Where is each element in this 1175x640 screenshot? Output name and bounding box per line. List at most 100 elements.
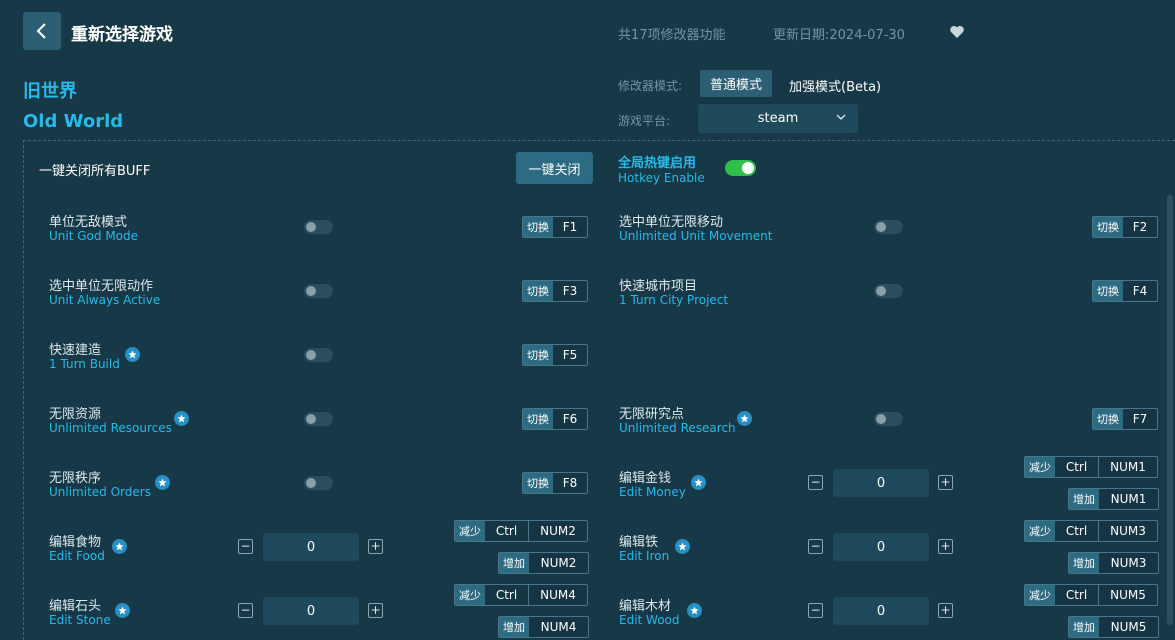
- value-stepper: − 0 +: [808, 597, 954, 625]
- increase-tag: 增加: [499, 617, 529, 637]
- cheat-name-en: Unit God Mode: [49, 229, 139, 243]
- hotkey-badge[interactable]: 切换 F4: [1092, 280, 1158, 302]
- hotkey-badge[interactable]: 切换 F8: [522, 472, 588, 494]
- editor-name-en: Edit Stone: [49, 613, 111, 627]
- star-icon: [155, 475, 170, 490]
- normal-mode-button[interactable]: 普通模式: [700, 70, 772, 97]
- cheat-toggle[interactable]: [304, 284, 333, 298]
- decrement-button[interactable]: −: [808, 475, 823, 490]
- key-label: F1: [562, 220, 578, 234]
- decrease-tag: 减少: [455, 585, 485, 605]
- value-input[interactable]: 0: [263, 597, 359, 625]
- increase-hotkey[interactable]: 增加 NUM1: [1068, 488, 1159, 510]
- close-all-button[interactable]: 一键关闭: [516, 152, 593, 184]
- value-input[interactable]: 0: [833, 597, 929, 625]
- cheat-toggle[interactable]: [874, 284, 903, 298]
- increment-button[interactable]: +: [938, 475, 953, 490]
- increment-button[interactable]: +: [938, 539, 953, 554]
- key-label: F5: [562, 348, 578, 362]
- increment-button[interactable]: +: [938, 603, 953, 618]
- switch-tag: 切换: [1093, 217, 1123, 237]
- cheat-name-en: Unlimited Resources: [49, 421, 172, 435]
- cheat-toggle[interactable]: [874, 412, 903, 426]
- chevron-down-icon: [836, 114, 846, 120]
- key-label: NUM2: [540, 556, 577, 570]
- decrease-hotkey[interactable]: 减少 Ctrl NUM3: [1024, 520, 1158, 542]
- increase-hotkey[interactable]: 增加 NUM4: [498, 616, 589, 638]
- star-icon: [691, 475, 706, 490]
- decrement-button[interactable]: −: [238, 539, 253, 554]
- hotkey-badge[interactable]: 切换 F1: [522, 216, 588, 238]
- switch-tag: 切换: [523, 217, 553, 237]
- value-input[interactable]: 0: [833, 469, 929, 497]
- heart-icon[interactable]: [949, 24, 965, 40]
- platform-select[interactable]: steam: [698, 104, 858, 133]
- cheat-toggle[interactable]: [304, 476, 333, 490]
- decrement-button[interactable]: −: [238, 603, 253, 618]
- editor-name-en: Edit Wood: [619, 613, 680, 627]
- value-input[interactable]: 0: [263, 533, 359, 561]
- decrease-hotkey[interactable]: 减少 Ctrl NUM2: [454, 520, 588, 542]
- star-icon: [115, 603, 130, 618]
- star-icon: [675, 539, 690, 554]
- increase-hotkey[interactable]: 增加 NUM3: [1068, 552, 1159, 574]
- decrement-button[interactable]: −: [808, 539, 823, 554]
- cheat-name-en: 1 Turn City Project: [619, 293, 729, 307]
- close-all-buff-label: 一键关闭所有BUFF: [39, 164, 151, 179]
- editor-name-cn: 编辑石头: [49, 599, 102, 614]
- scrollbar[interactable]: [1167, 195, 1173, 625]
- platform-value: steam: [757, 111, 799, 126]
- hotkey-badge[interactable]: 切换 F6: [522, 408, 588, 430]
- cheat-toggle[interactable]: [874, 220, 903, 234]
- cheat-row: 无限秩序 Unlimited Orders 切换 F8: [49, 467, 604, 527]
- key-label: F8: [562, 476, 578, 490]
- key-label: NUM2: [528, 521, 587, 541]
- key-label: NUM3: [1098, 521, 1157, 541]
- back-button[interactable]: [23, 12, 61, 50]
- key-label: F6: [562, 412, 578, 426]
- hotkey-badge[interactable]: 切换 F2: [1092, 216, 1158, 238]
- key-label: F4: [1132, 284, 1148, 298]
- hotkey-badge[interactable]: 切换 F3: [522, 280, 588, 302]
- cheat-name-cn: 选中单位无限动作: [49, 279, 154, 294]
- increase-hotkey[interactable]: 增加 NUM2: [498, 552, 589, 574]
- decrease-hotkey[interactable]: 减少 Ctrl NUM5: [1024, 584, 1158, 606]
- hotkey-label-en: Hotkey Enable: [618, 171, 705, 185]
- decrease-hotkey[interactable]: 减少 Ctrl NUM1: [1024, 456, 1158, 478]
- modifier-key: Ctrl: [495, 524, 518, 538]
- switch-tag: 切换: [523, 409, 553, 429]
- star-icon: [174, 411, 189, 426]
- decrease-tag: 减少: [1025, 457, 1055, 477]
- decrement-button[interactable]: −: [808, 603, 823, 618]
- key-label: NUM4: [540, 620, 577, 634]
- cheat-toggle[interactable]: [304, 348, 333, 362]
- value-stepper: − 0 +: [238, 533, 384, 561]
- cheat-name-en: Unlimited Research: [619, 421, 736, 435]
- value-stepper: − 0 +: [808, 533, 954, 561]
- cheat-toggle[interactable]: [304, 412, 333, 426]
- switch-tag: 切换: [1093, 409, 1123, 429]
- hotkey-badge[interactable]: 切换 F7: [1092, 408, 1158, 430]
- cheat-name-cn: 无限研究点: [619, 407, 685, 422]
- increase-hotkey[interactable]: 增加 NUM5: [1068, 616, 1159, 638]
- cheat-toggle[interactable]: [304, 220, 333, 234]
- key-label: F3: [562, 284, 578, 298]
- editor-row: 编辑石头 Edit Stone − 0 + 减少 Ctrl NUM4 增加 NU…: [49, 584, 604, 640]
- increment-button[interactable]: +: [368, 603, 383, 618]
- key-label: NUM1: [1098, 457, 1157, 477]
- hotkey-badge[interactable]: 切换 F5: [522, 344, 588, 366]
- editor-row: 编辑食物 Edit Food − 0 + 减少 Ctrl NUM2 增加 NUM…: [49, 520, 604, 591]
- enhanced-mode-button[interactable]: 加强模式(Beta): [789, 76, 881, 95]
- decrease-hotkey[interactable]: 减少 Ctrl NUM4: [454, 584, 588, 606]
- cheat-row: 选中单位无限移动 Unlimited Unit Movement 切换 F2: [619, 211, 1174, 271]
- cheat-row: 快速建造 1 Turn Build 切换 F5: [49, 339, 604, 399]
- decrease-tag: 减少: [1025, 585, 1055, 605]
- cheat-name-en: Unit Always Active: [49, 293, 161, 307]
- key-label: NUM3: [1110, 556, 1147, 570]
- star-icon: [112, 539, 127, 554]
- modifier-key: Ctrl: [1065, 524, 1088, 538]
- cheat-name-cn: 无限资源: [49, 407, 102, 422]
- hotkey-toggle[interactable]: [725, 160, 756, 176]
- increment-button[interactable]: +: [368, 539, 383, 554]
- value-input[interactable]: 0: [833, 533, 929, 561]
